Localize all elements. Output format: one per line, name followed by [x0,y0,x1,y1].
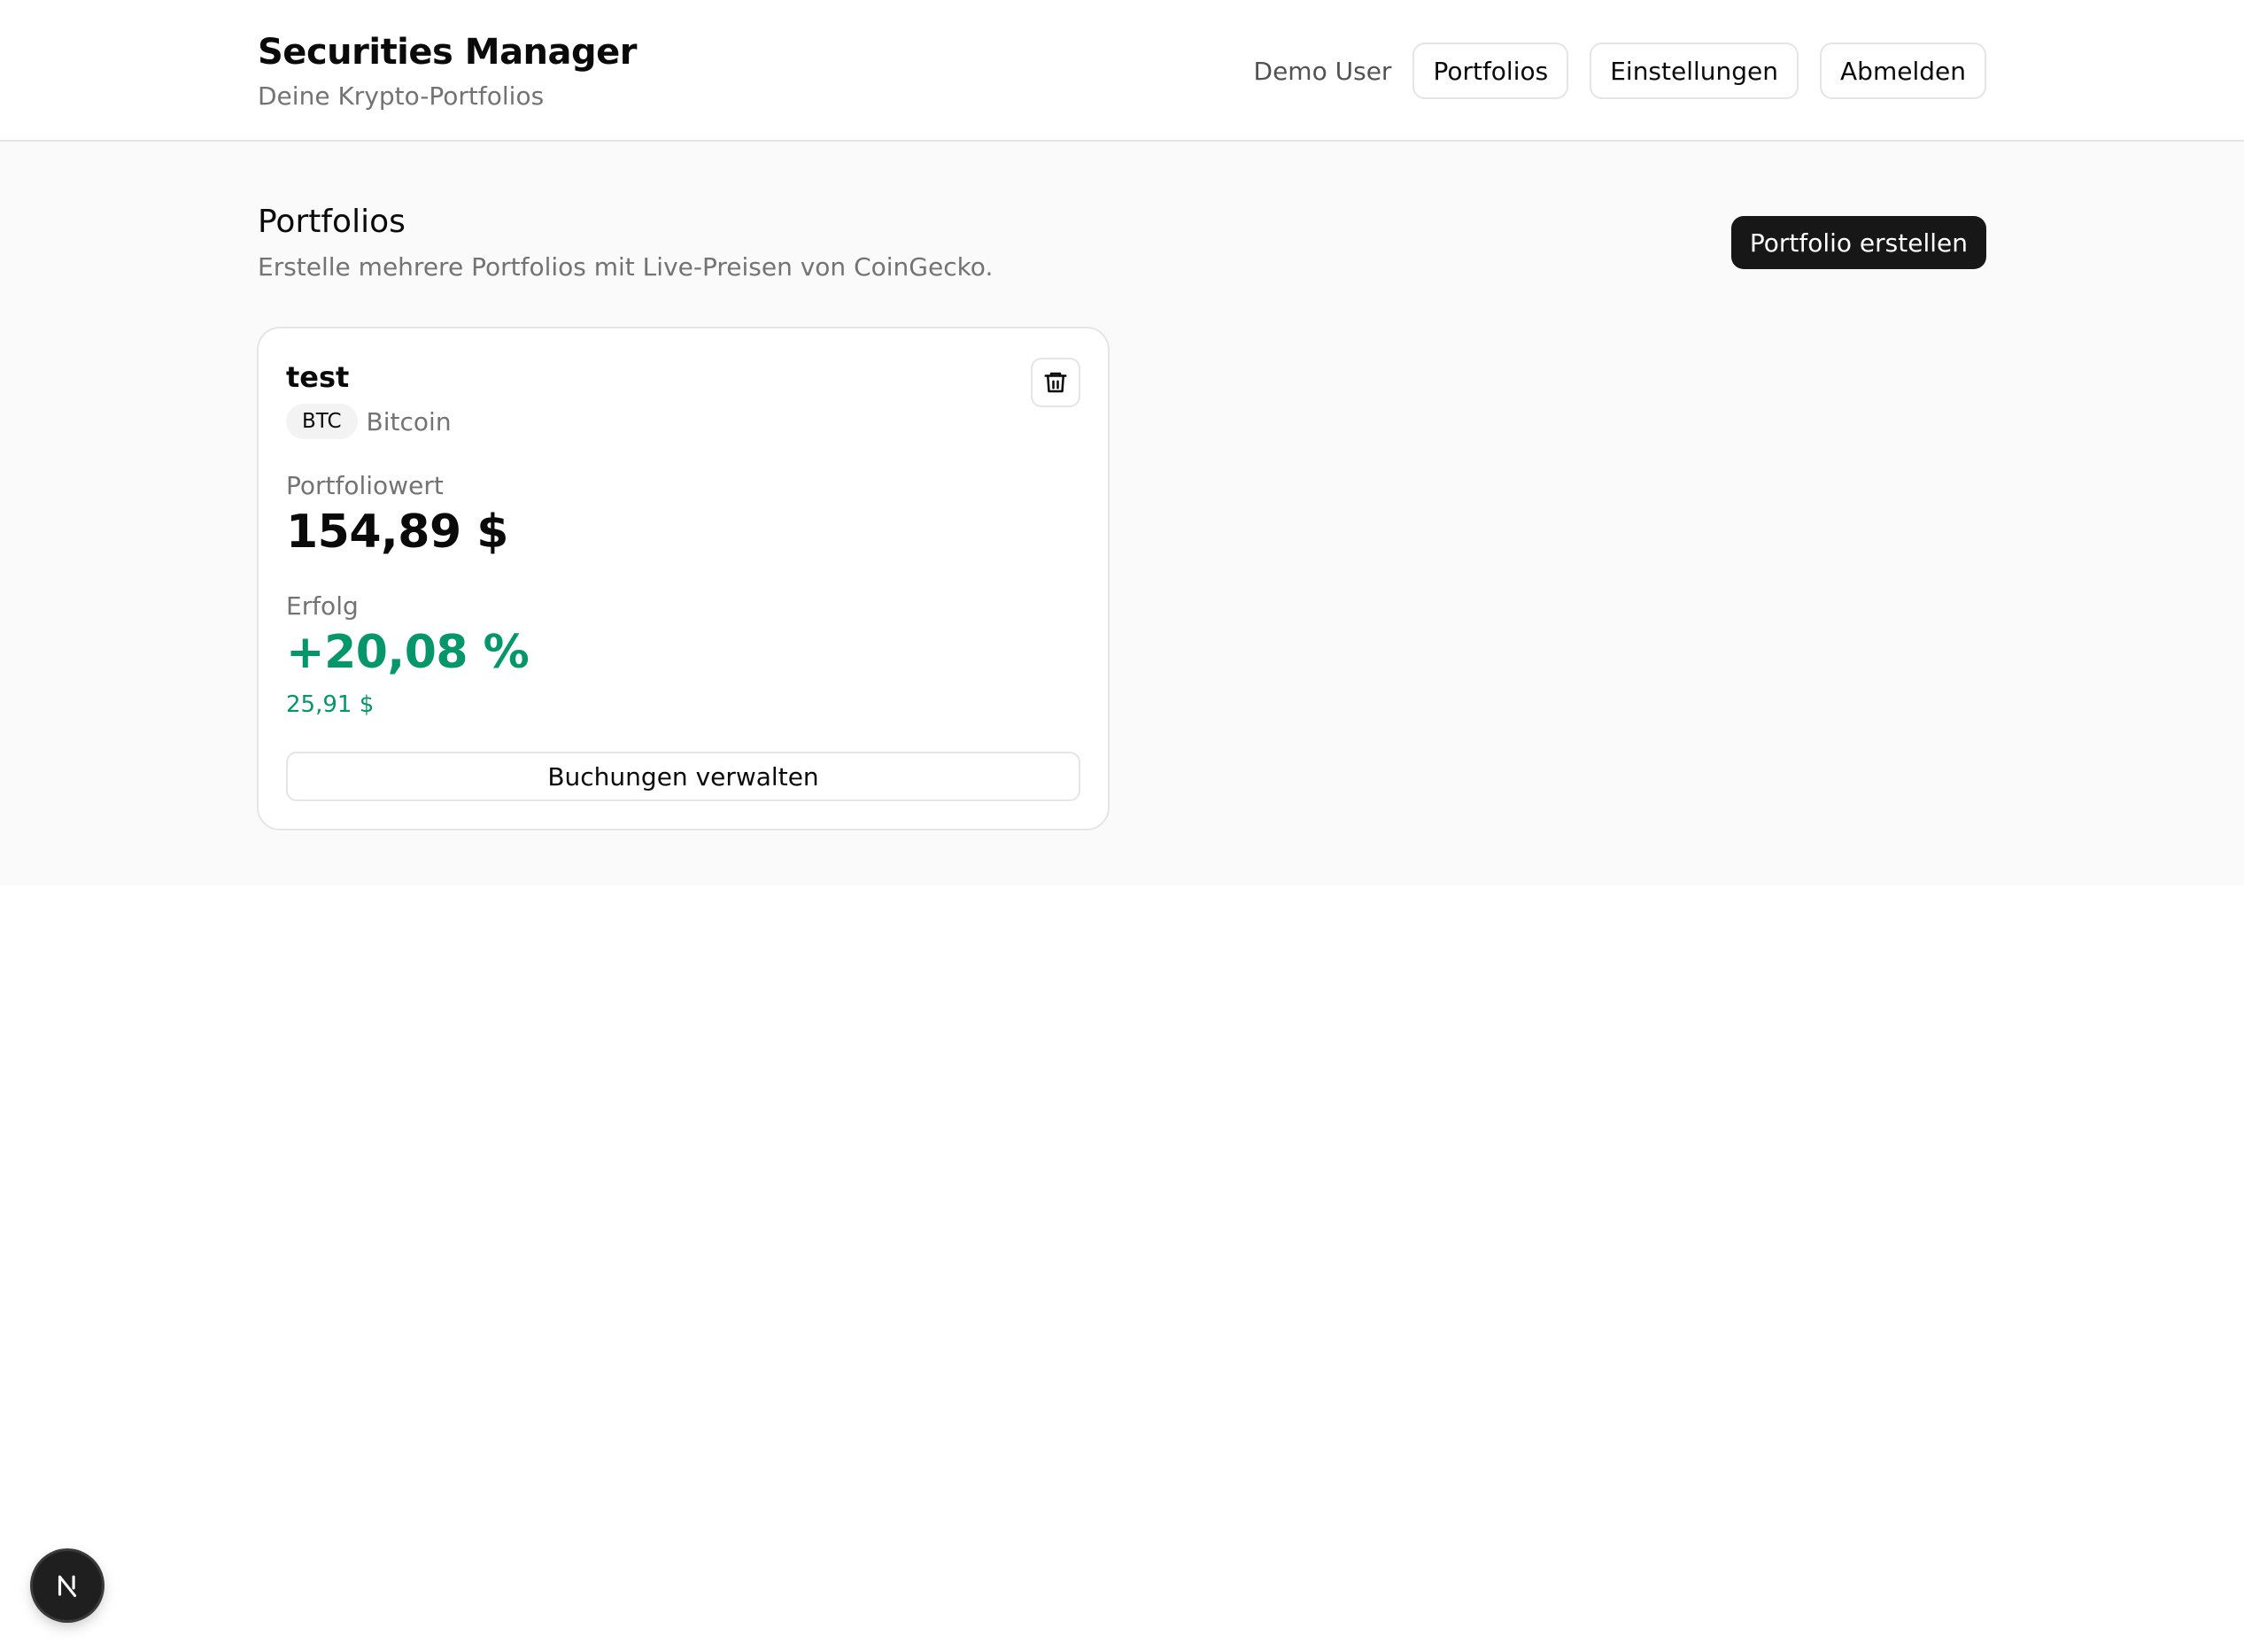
asset-name: Bitcoin [366,406,452,436]
asset-row: BTC Bitcoin [286,404,452,439]
next-logo-icon [52,1571,82,1601]
trash-icon [1042,369,1069,396]
delete-portfolio-button[interactable] [1031,358,1080,407]
create-portfolio-button[interactable]: Portfolio erstellen [1730,216,1986,269]
main-content: Portfolios Erstelle mehrere Portfolios m… [0,142,2244,885]
app-header: Securities Manager Deine Krypto-Portfoli… [0,0,2244,142]
logout-button[interactable]: Abmelden [1820,42,1986,99]
performance-absolute: 25,91 $ [286,691,375,718]
portfolio-value-label: Portfoliowert [286,471,444,500]
page-title: Portfolios [258,204,406,240]
current-user-name: Demo User [1253,56,1392,86]
portfolio-name: test [286,360,350,394]
performance-label: Erfolg [286,591,359,621]
manage-bookings-button[interactable]: Buchungen verwalten [286,752,1080,801]
app-title: Securities Manager [258,32,638,73]
nav-portfolios-button[interactable]: Portfolios [1412,42,1569,99]
header-nav: Demo User Portfolios Einstellungen Abmel… [1254,42,1986,99]
page-subtitle: Erstelle mehrere Portfolios mit Live-Pre… [258,252,994,282]
devtools-button[interactable] [33,1551,102,1620]
portfolio-value: 154,89 $ [286,506,508,559]
app-subtitle: Deine Krypto-Portfolios [258,81,545,111]
nav-settings-button[interactable]: Einstellungen [1590,42,1799,99]
asset-symbol-badge: BTC [286,404,358,439]
performance-percent: +20,08 % [286,626,530,679]
portfolio-card: test BTC Bitcoin Portfoliowert 154,89 $ … [257,327,1110,830]
